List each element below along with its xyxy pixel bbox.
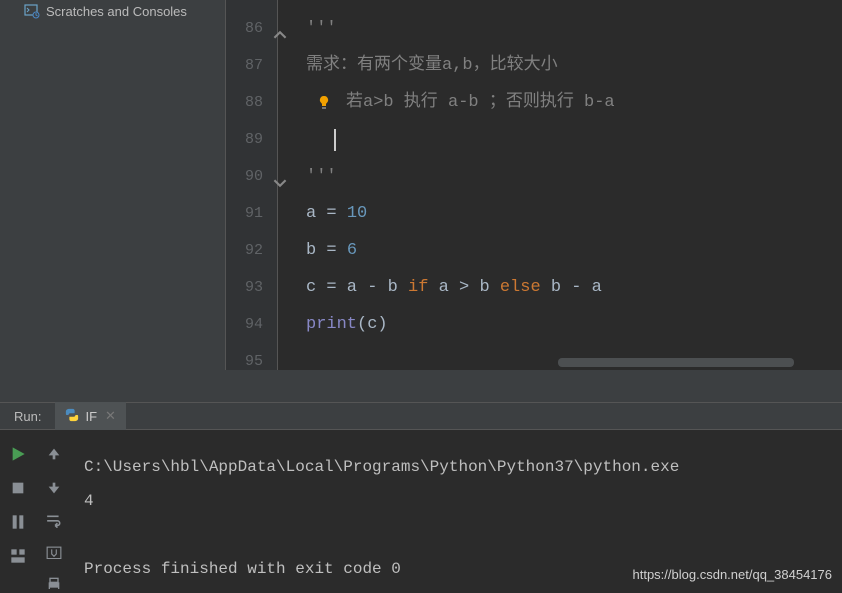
console-icon xyxy=(24,3,40,19)
sidebar-item-scratches[interactable]: Scratches and Consoles xyxy=(0,0,225,22)
run-console: C:\Users\hbl\AppData\Local\Programs\Pyth… xyxy=(0,430,842,588)
stop-icon[interactable] xyxy=(10,480,26,496)
run-panel-label: Run: xyxy=(0,409,55,424)
console-output[interactable]: C:\Users\hbl\AppData\Local\Programs\Pyth… xyxy=(72,430,842,588)
pause-icon[interactable] xyxy=(10,514,26,530)
watermark: https://blog.csdn.net/qq_38454176 xyxy=(633,567,833,582)
project-sidebar: Scratches and Consoles xyxy=(0,0,226,370)
sidebar-item-label: Scratches and Consoles xyxy=(46,4,187,19)
intention-bulb-icon[interactable] xyxy=(318,95,334,111)
code-editor[interactable]: 86878889909192939495 '''需求：有两个变量a,b，比较大小… xyxy=(226,0,842,370)
python-icon xyxy=(65,408,79,425)
run-toolbar-1 xyxy=(0,430,36,588)
run-toolbar-2 xyxy=(36,430,72,588)
run-tab[interactable]: IF ✕ xyxy=(55,402,125,430)
horizontal-scrollbar[interactable] xyxy=(558,358,794,367)
layout-icon[interactable] xyxy=(10,548,26,564)
down-icon[interactable] xyxy=(46,480,62,496)
run-panel-header: Run: IF ✕ xyxy=(0,402,842,430)
run-icon[interactable] xyxy=(10,446,26,462)
close-icon[interactable]: ✕ xyxy=(105,408,116,424)
wrap-icon[interactable] xyxy=(46,514,62,528)
code-area[interactable]: '''需求：有两个变量a,b，比较大小若a>b 执行 a-b ；否则执行 b-a… xyxy=(278,0,842,370)
up-icon[interactable] xyxy=(46,446,62,462)
run-tab-label: IF xyxy=(85,409,97,424)
line-gutter: 86878889909192939495 xyxy=(226,0,278,370)
print-icon[interactable] xyxy=(46,577,62,593)
panel-gap xyxy=(0,370,842,402)
scroll-end-icon[interactable] xyxy=(46,546,62,560)
